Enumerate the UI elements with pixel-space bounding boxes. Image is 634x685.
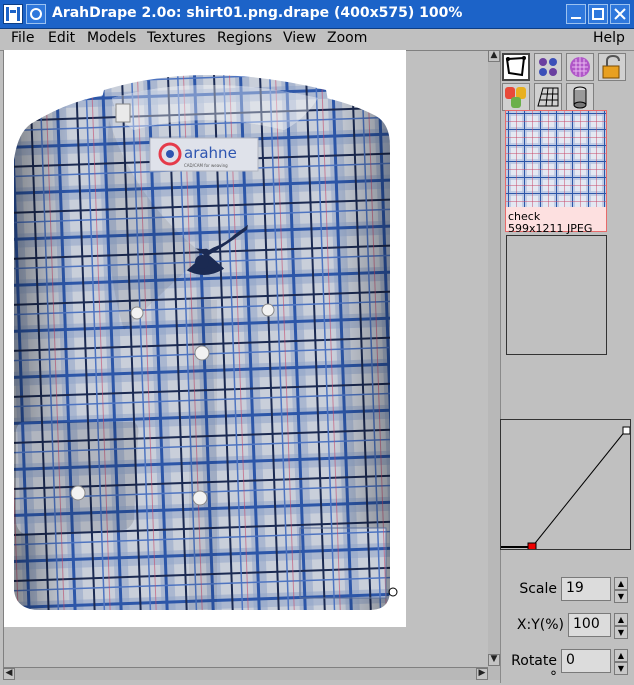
rotate-label: Rotate °	[511, 653, 557, 685]
grid-mesh-icon[interactable]	[534, 83, 562, 111]
window-menu-icon[interactable]	[26, 4, 46, 24]
texture-info: 599x1211 JPEG	[508, 222, 593, 235]
minimize-icon[interactable]	[566, 4, 586, 24]
xy-spin-down-icon[interactable]: ▼	[614, 626, 628, 639]
panel-divider	[500, 50, 501, 683]
scale-spin-down-icon[interactable]: ▼	[614, 590, 628, 603]
logo-text: arahne	[184, 144, 237, 162]
menu-regions[interactable]: Regions	[217, 30, 272, 46]
texture-slot-2[interactable]	[506, 235, 607, 355]
curve-handle-low[interactable]	[527, 542, 537, 552]
curve-handle-high[interactable]	[622, 426, 631, 435]
shirt-image[interactable]: arahne CAD/CAM for weaving	[4, 50, 406, 627]
scale-input[interactable]: 19	[561, 577, 611, 601]
xy-spin-up-icon[interactable]: ▲	[614, 613, 628, 626]
scale-spin-up-icon[interactable]: ▲	[614, 577, 628, 590]
lock-icon[interactable]	[598, 53, 626, 81]
menu-bar: File Edit Models Textures Regions View Z…	[0, 29, 634, 51]
cylinder-icon[interactable]	[566, 83, 594, 111]
menu-models[interactable]: Models	[87, 30, 136, 46]
menu-zoom[interactable]: Zoom	[327, 30, 367, 46]
menu-edit[interactable]: Edit	[48, 30, 75, 46]
logo-subtext: CAD/CAM for weaving	[184, 163, 228, 168]
maximize-icon[interactable]	[588, 4, 608, 24]
masks-icon[interactable]	[502, 83, 530, 111]
window-title: ArahDrape 2.0o: shirt01.png.drape (400x5…	[52, 5, 463, 21]
pattern-ball-icon[interactable]	[566, 53, 594, 81]
rotate-input[interactable]: 0	[561, 649, 611, 673]
warp-tool-icon[interactable]	[502, 53, 530, 81]
rotate-spin-up-icon[interactable]: ▲	[614, 649, 628, 662]
close-icon[interactable]	[610, 4, 630, 24]
curve-editor[interactable]	[500, 419, 631, 552]
title-bar[interactable]: ArahDrape 2.0o: shirt01.png.drape (400x5…	[0, 0, 634, 29]
scale-label: Scale	[519, 581, 557, 597]
horizontal-scrollbar[interactable]	[3, 668, 500, 680]
menu-file[interactable]: File	[11, 30, 34, 46]
scroll-down-arrow-icon[interactable]: ▼	[488, 654, 500, 666]
scroll-left-arrow-icon[interactable]: ◀	[3, 668, 15, 680]
xy-ratio-label: X:Y(%)	[516, 617, 564, 633]
scroll-right-arrow-icon[interactable]: ▶	[476, 668, 488, 680]
xy-ratio-input[interactable]: 100	[568, 613, 611, 637]
menu-help[interactable]: Help	[593, 30, 625, 46]
grid-dots-icon[interactable]	[534, 53, 562, 81]
drape-canvas[interactable]: arahne CAD/CAM for weaving	[4, 50, 406, 627]
texture-slot-1[interactable]: check 599x1211 JPEG	[505, 110, 607, 235]
app-icon[interactable]	[3, 4, 23, 24]
texture-thumbnail	[506, 111, 606, 207]
rotate-spin-down-icon[interactable]: ▼	[614, 662, 628, 675]
menu-textures[interactable]: Textures	[147, 30, 206, 46]
scroll-up-arrow-icon[interactable]: ▲	[488, 50, 500, 62]
menu-view[interactable]: View	[283, 30, 316, 46]
vertical-scrollbar[interactable]	[488, 50, 500, 668]
